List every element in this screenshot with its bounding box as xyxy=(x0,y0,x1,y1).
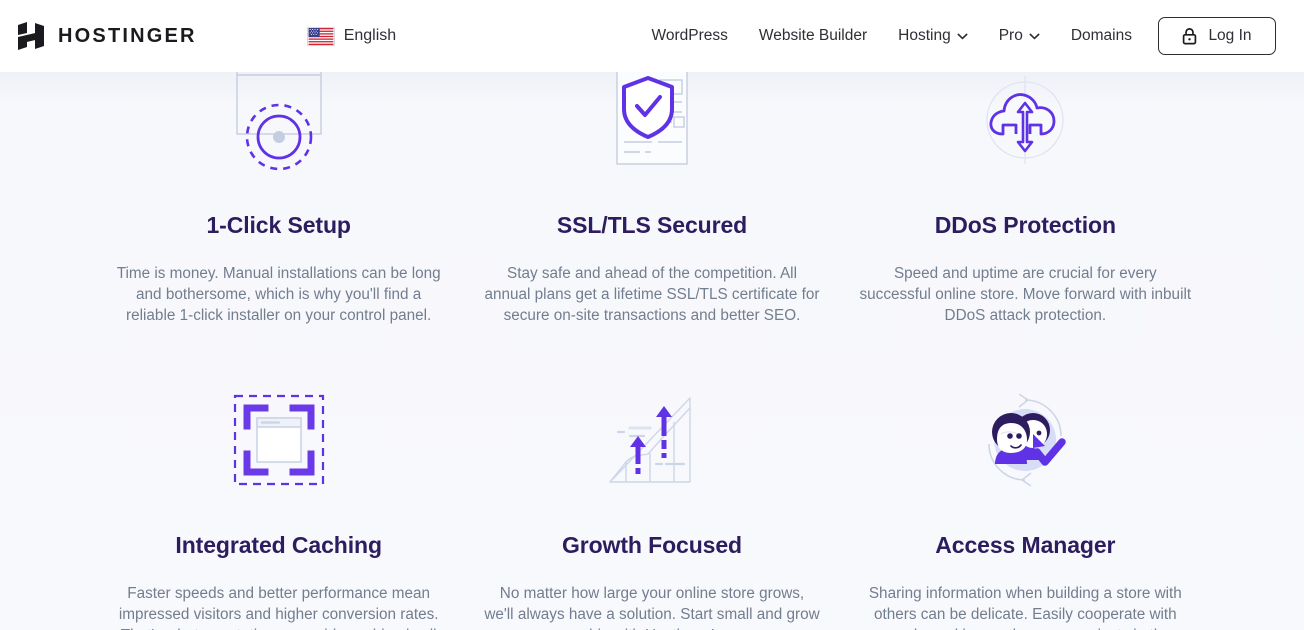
hostinger-h-logo-icon xyxy=(18,22,44,50)
access-manager-avatars-icon xyxy=(975,388,1075,492)
nav-item-hosting[interactable]: Hosting xyxy=(898,27,968,45)
nav-label: Hosting xyxy=(898,27,951,44)
feature-description: Time is money. Manual installations can … xyxy=(116,265,441,324)
features-row-2: Integrated Caching Faster speeds and bet… xyxy=(82,388,1222,630)
feature-title: Access Manager xyxy=(935,532,1116,558)
features-section: 1-Click Setup Time is money. Manual inst… xyxy=(0,72,1304,630)
feature-card-ssl-tls-secured: SSL/TLS Secured Stay safe and ahead of t… xyxy=(465,72,838,326)
growth-chart-icon xyxy=(604,388,700,492)
chevron-down-icon xyxy=(957,33,968,39)
feature-card-ddos-protection: DDoS Protection Speed and uptime are cru… xyxy=(839,72,1212,326)
brand-logo-link[interactable]: HOSTINGER xyxy=(16,21,197,51)
feature-card-access-manager: Access Manager Sharing information when … xyxy=(839,388,1212,630)
feature-card-integrated-caching: Integrated Caching Faster speeds and bet… xyxy=(92,388,465,630)
us-flag-icon xyxy=(306,26,335,46)
feature-card-one-click-setup: 1-Click Setup Time is money. Manual inst… xyxy=(92,72,465,326)
feature-title: Integrated Caching xyxy=(175,532,382,558)
one-click-setup-icon xyxy=(231,72,327,172)
feature-title: 1-Click Setup xyxy=(206,212,351,238)
language-label: English xyxy=(343,27,397,44)
feature-description: Speed and uptime are crucial for every s… xyxy=(859,265,1192,324)
nav-label: Domains xyxy=(1070,27,1132,44)
nav-label: Website Builder xyxy=(758,27,868,44)
nav-item-website-builder[interactable]: Website Builder xyxy=(759,27,867,45)
feature-card-growth-focused: Growth Focused No matter how large your … xyxy=(465,388,838,630)
nav-label: Pro xyxy=(998,27,1023,44)
ssl-shield-certificate-icon xyxy=(604,72,700,172)
integrated-caching-icon xyxy=(231,388,327,492)
chevron-down-icon xyxy=(1029,33,1040,39)
nav-label: WordPress xyxy=(651,27,728,44)
feature-description: Stay safe and ahead of the competition. … xyxy=(484,265,820,324)
site-header: HOSTINGER English WordPress Website Buil… xyxy=(0,0,1304,72)
language-selector[interactable]: English xyxy=(306,26,397,46)
nav-item-domains[interactable]: Domains xyxy=(1071,27,1132,45)
feature-title: Growth Focused xyxy=(561,532,743,558)
feature-title: SSL/TLS Secured xyxy=(556,212,748,238)
features-row-1: 1-Click Setup Time is money. Manual inst… xyxy=(82,72,1222,326)
feature-description: Sharing information when building a stor… xyxy=(868,585,1182,630)
main-navigation: WordPress Website Builder Hosting Pro Do… xyxy=(652,27,1133,45)
login-button[interactable]: Log In xyxy=(1158,17,1276,55)
lock-icon xyxy=(1183,28,1197,45)
feature-title: DDoS Protection xyxy=(934,212,1116,238)
cloud-ddos-protection-icon xyxy=(975,72,1075,172)
brand-name: HOSTINGER xyxy=(58,24,197,47)
nav-item-wordpress[interactable]: WordPress xyxy=(652,27,728,45)
feature-description: No matter how large your online store gr… xyxy=(484,585,820,630)
login-button-label: Log In xyxy=(1208,27,1252,44)
feature-description: Faster speeds and better performance mea… xyxy=(118,585,439,630)
nav-item-pro[interactable]: Pro xyxy=(999,27,1040,45)
